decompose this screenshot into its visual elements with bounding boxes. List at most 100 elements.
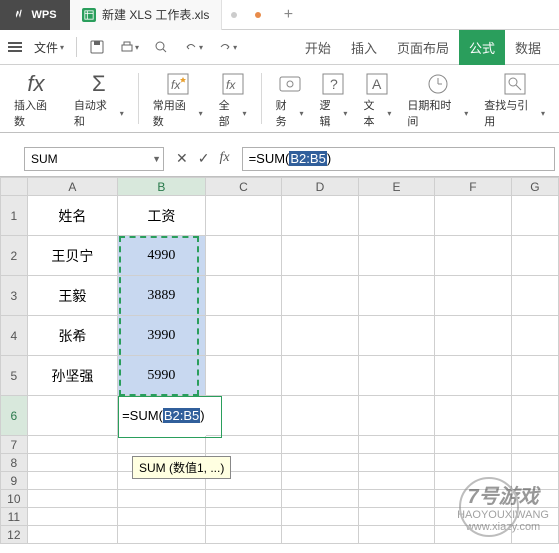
cell[interactable] <box>358 276 435 316</box>
cell[interactable] <box>205 508 282 526</box>
datetime-functions-button[interactable]: 日期和时间▾ <box>401 69 474 128</box>
cell[interactable] <box>358 396 435 436</box>
cell[interactable] <box>435 454 512 472</box>
cell-B4[interactable]: 3990 <box>118 316 206 356</box>
cell-A6[interactable] <box>27 396 117 436</box>
name-box[interactable]: SUM ▼ <box>24 147 164 171</box>
col-header-D[interactable]: D <box>282 178 359 196</box>
cell-A3[interactable]: 王毅 <box>27 276 117 316</box>
cell[interactable] <box>511 356 558 396</box>
cell[interactable] <box>358 472 435 490</box>
cell[interactable] <box>118 526 206 544</box>
cell[interactable] <box>435 196 512 236</box>
row-header-12[interactable]: 12 <box>1 526 28 544</box>
lookup-functions-button[interactable]: 查找与引用▾ <box>478 69 551 128</box>
cell[interactable] <box>435 276 512 316</box>
cell[interactable] <box>511 196 558 236</box>
document-tab[interactable]: 新建 XLS 工作表.xls <box>70 0 222 30</box>
cell[interactable] <box>358 526 435 544</box>
row-header-8[interactable]: 8 <box>1 454 28 472</box>
cell[interactable] <box>358 454 435 472</box>
cell-B3[interactable]: 3889 <box>118 276 206 316</box>
cell[interactable] <box>511 436 558 454</box>
cell[interactable] <box>27 490 117 508</box>
row-header-9[interactable]: 9 <box>1 472 28 490</box>
row-header-10[interactable]: 10 <box>1 490 28 508</box>
insert-function-button[interactable]: fx 插入函数 <box>8 69 64 128</box>
redo-button[interactable]: ▾ <box>211 35 243 59</box>
cell[interactable] <box>282 490 359 508</box>
cell[interactable] <box>435 396 512 436</box>
cell[interactable] <box>205 490 282 508</box>
cell[interactable] <box>511 526 558 544</box>
cell[interactable] <box>205 316 282 356</box>
cell[interactable] <box>511 490 558 508</box>
cell[interactable] <box>282 526 359 544</box>
cell[interactable] <box>282 508 359 526</box>
cell[interactable] <box>511 508 558 526</box>
row-header-4[interactable]: 4 <box>1 316 28 356</box>
row-header-1[interactable]: 1 <box>1 196 28 236</box>
cell[interactable] <box>205 436 282 454</box>
file-menu[interactable]: 文件 ▾ <box>28 36 70 59</box>
save-button[interactable] <box>83 35 111 59</box>
row-header-5[interactable]: 5 <box>1 356 28 396</box>
cell[interactable] <box>435 490 512 508</box>
finance-functions-button[interactable]: 财务▾ <box>270 69 310 128</box>
cell[interactable] <box>205 396 282 436</box>
cell[interactable] <box>511 454 558 472</box>
cell[interactable] <box>205 196 282 236</box>
col-header-E[interactable]: E <box>358 178 435 196</box>
row-header-6[interactable]: 6 <box>1 396 28 436</box>
print-preview-button[interactable] <box>147 35 175 59</box>
tab-insert[interactable]: 插入 <box>341 30 387 65</box>
cell[interactable] <box>205 356 282 396</box>
cell-B2[interactable]: 4990 <box>118 236 206 276</box>
undo-button[interactable]: ▾ <box>177 35 209 59</box>
cell[interactable] <box>282 196 359 236</box>
col-header-B[interactable]: B <box>118 178 206 196</box>
cell[interactable] <box>358 508 435 526</box>
hamburger-icon[interactable] <box>8 42 26 52</box>
cell[interactable] <box>511 236 558 276</box>
cell[interactable] <box>511 396 558 436</box>
row-header-2[interactable]: 2 <box>1 236 28 276</box>
cell[interactable] <box>435 316 512 356</box>
cell[interactable] <box>27 472 117 490</box>
cell[interactable] <box>282 472 359 490</box>
cell-A1[interactable]: 姓名 <box>27 196 117 236</box>
autosum-button[interactable]: Σ 自动求和▾ <box>68 69 130 128</box>
row-header-11[interactable]: 11 <box>1 508 28 526</box>
cell-A5[interactable]: 孙坚强 <box>27 356 117 396</box>
cell[interactable] <box>435 508 512 526</box>
cell[interactable] <box>435 356 512 396</box>
cell[interactable] <box>435 236 512 276</box>
cell-A4[interactable]: 张希 <box>27 316 117 356</box>
cell[interactable] <box>358 316 435 356</box>
cell[interactable] <box>511 316 558 356</box>
tab-start[interactable]: 开始 <box>295 30 341 65</box>
col-header-A[interactable]: A <box>27 178 117 196</box>
select-all-corner[interactable] <box>1 178 28 196</box>
tab-data[interactable]: 数据 <box>505 30 551 65</box>
cell[interactable] <box>282 396 359 436</box>
spreadsheet-grid[interactable]: A B C D E F G 1 姓名 工资 2 王贝宁 4990 3 王毅 38… <box>0 177 559 544</box>
cell-A2[interactable]: 王贝宁 <box>27 236 117 276</box>
cell[interactable] <box>118 436 206 454</box>
cell[interactable] <box>282 236 359 276</box>
cell-B6[interactable]: =SUM(B2:B5) <box>118 396 206 436</box>
cell[interactable] <box>358 436 435 454</box>
cell-B1[interactable]: 工资 <box>118 196 206 236</box>
cell[interactable] <box>435 472 512 490</box>
logic-functions-button[interactable]: ? 逻辑▾ <box>314 69 354 128</box>
cell[interactable] <box>205 526 282 544</box>
col-header-G[interactable]: G <box>511 178 558 196</box>
cell[interactable] <box>118 508 206 526</box>
new-tab-button[interactable]: + <box>270 6 306 24</box>
col-header-F[interactable]: F <box>435 178 512 196</box>
cell[interactable] <box>205 276 282 316</box>
accept-formula-button[interactable]: ✓ <box>198 150 210 167</box>
cell[interactable] <box>282 316 359 356</box>
cell[interactable] <box>282 454 359 472</box>
cell[interactable] <box>118 490 206 508</box>
